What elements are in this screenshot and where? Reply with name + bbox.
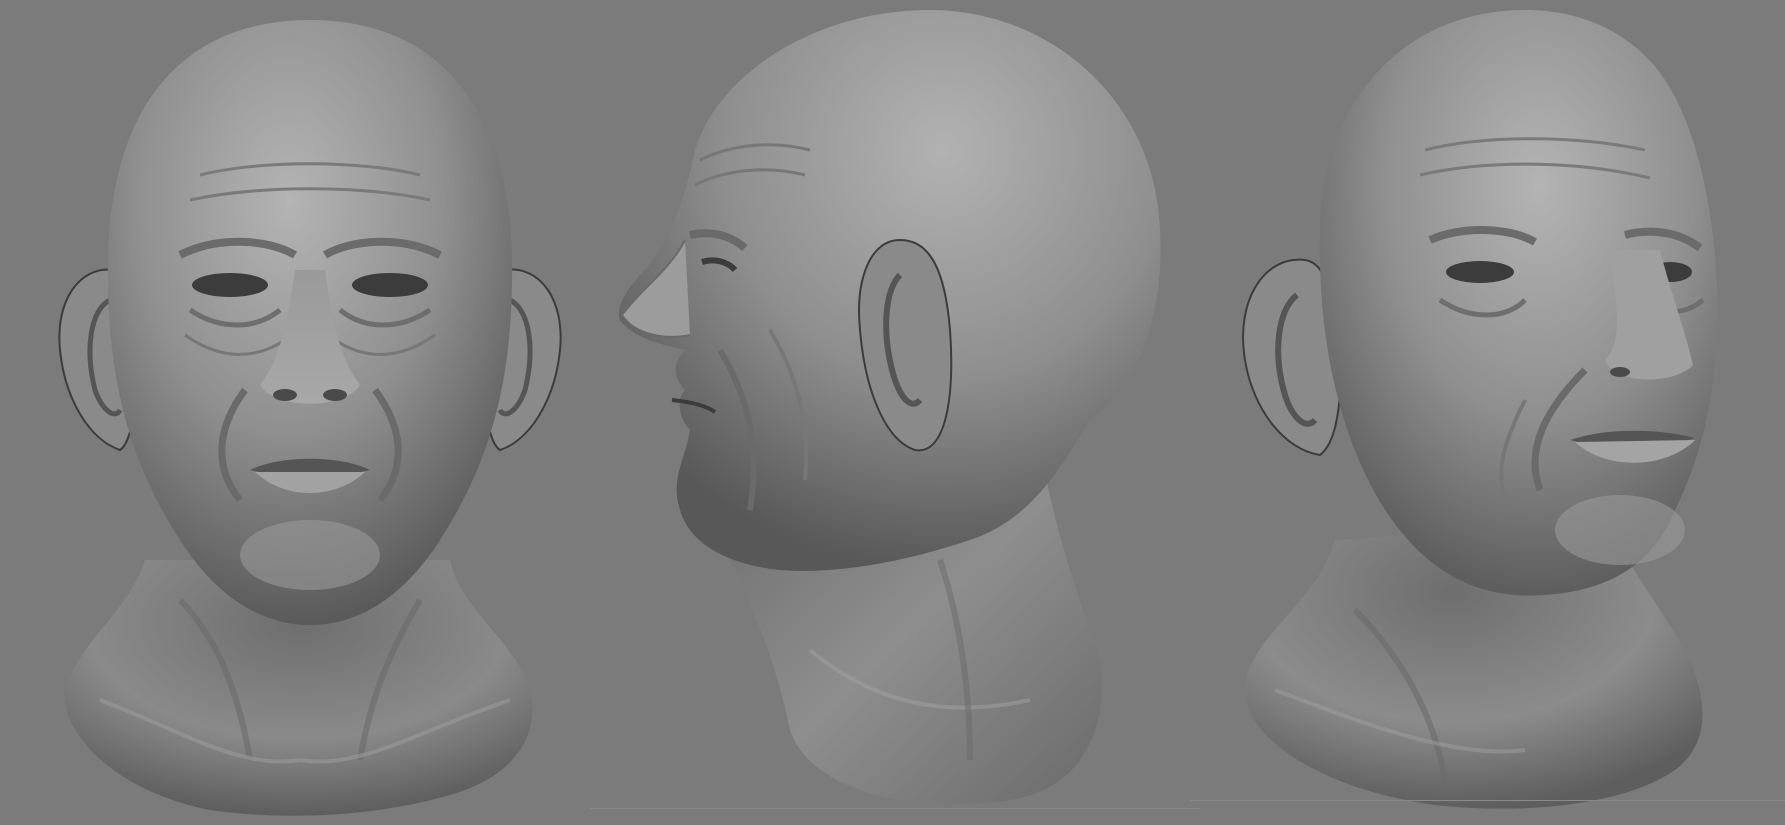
head-left-profile-view-icon	[619, 10, 1161, 805]
head-front-view-icon	[58, 20, 562, 816]
panel-seam	[590, 808, 1200, 809]
sculpt-viewport	[0, 0, 1785, 825]
head-three-quarter-view-icon	[1242, 10, 1718, 809]
head-three-quarter-view	[1225, 0, 1785, 825]
panel-seam	[1190, 800, 1785, 801]
head-front-view	[40, 0, 580, 825]
head-left-profile-view	[610, 0, 1170, 825]
